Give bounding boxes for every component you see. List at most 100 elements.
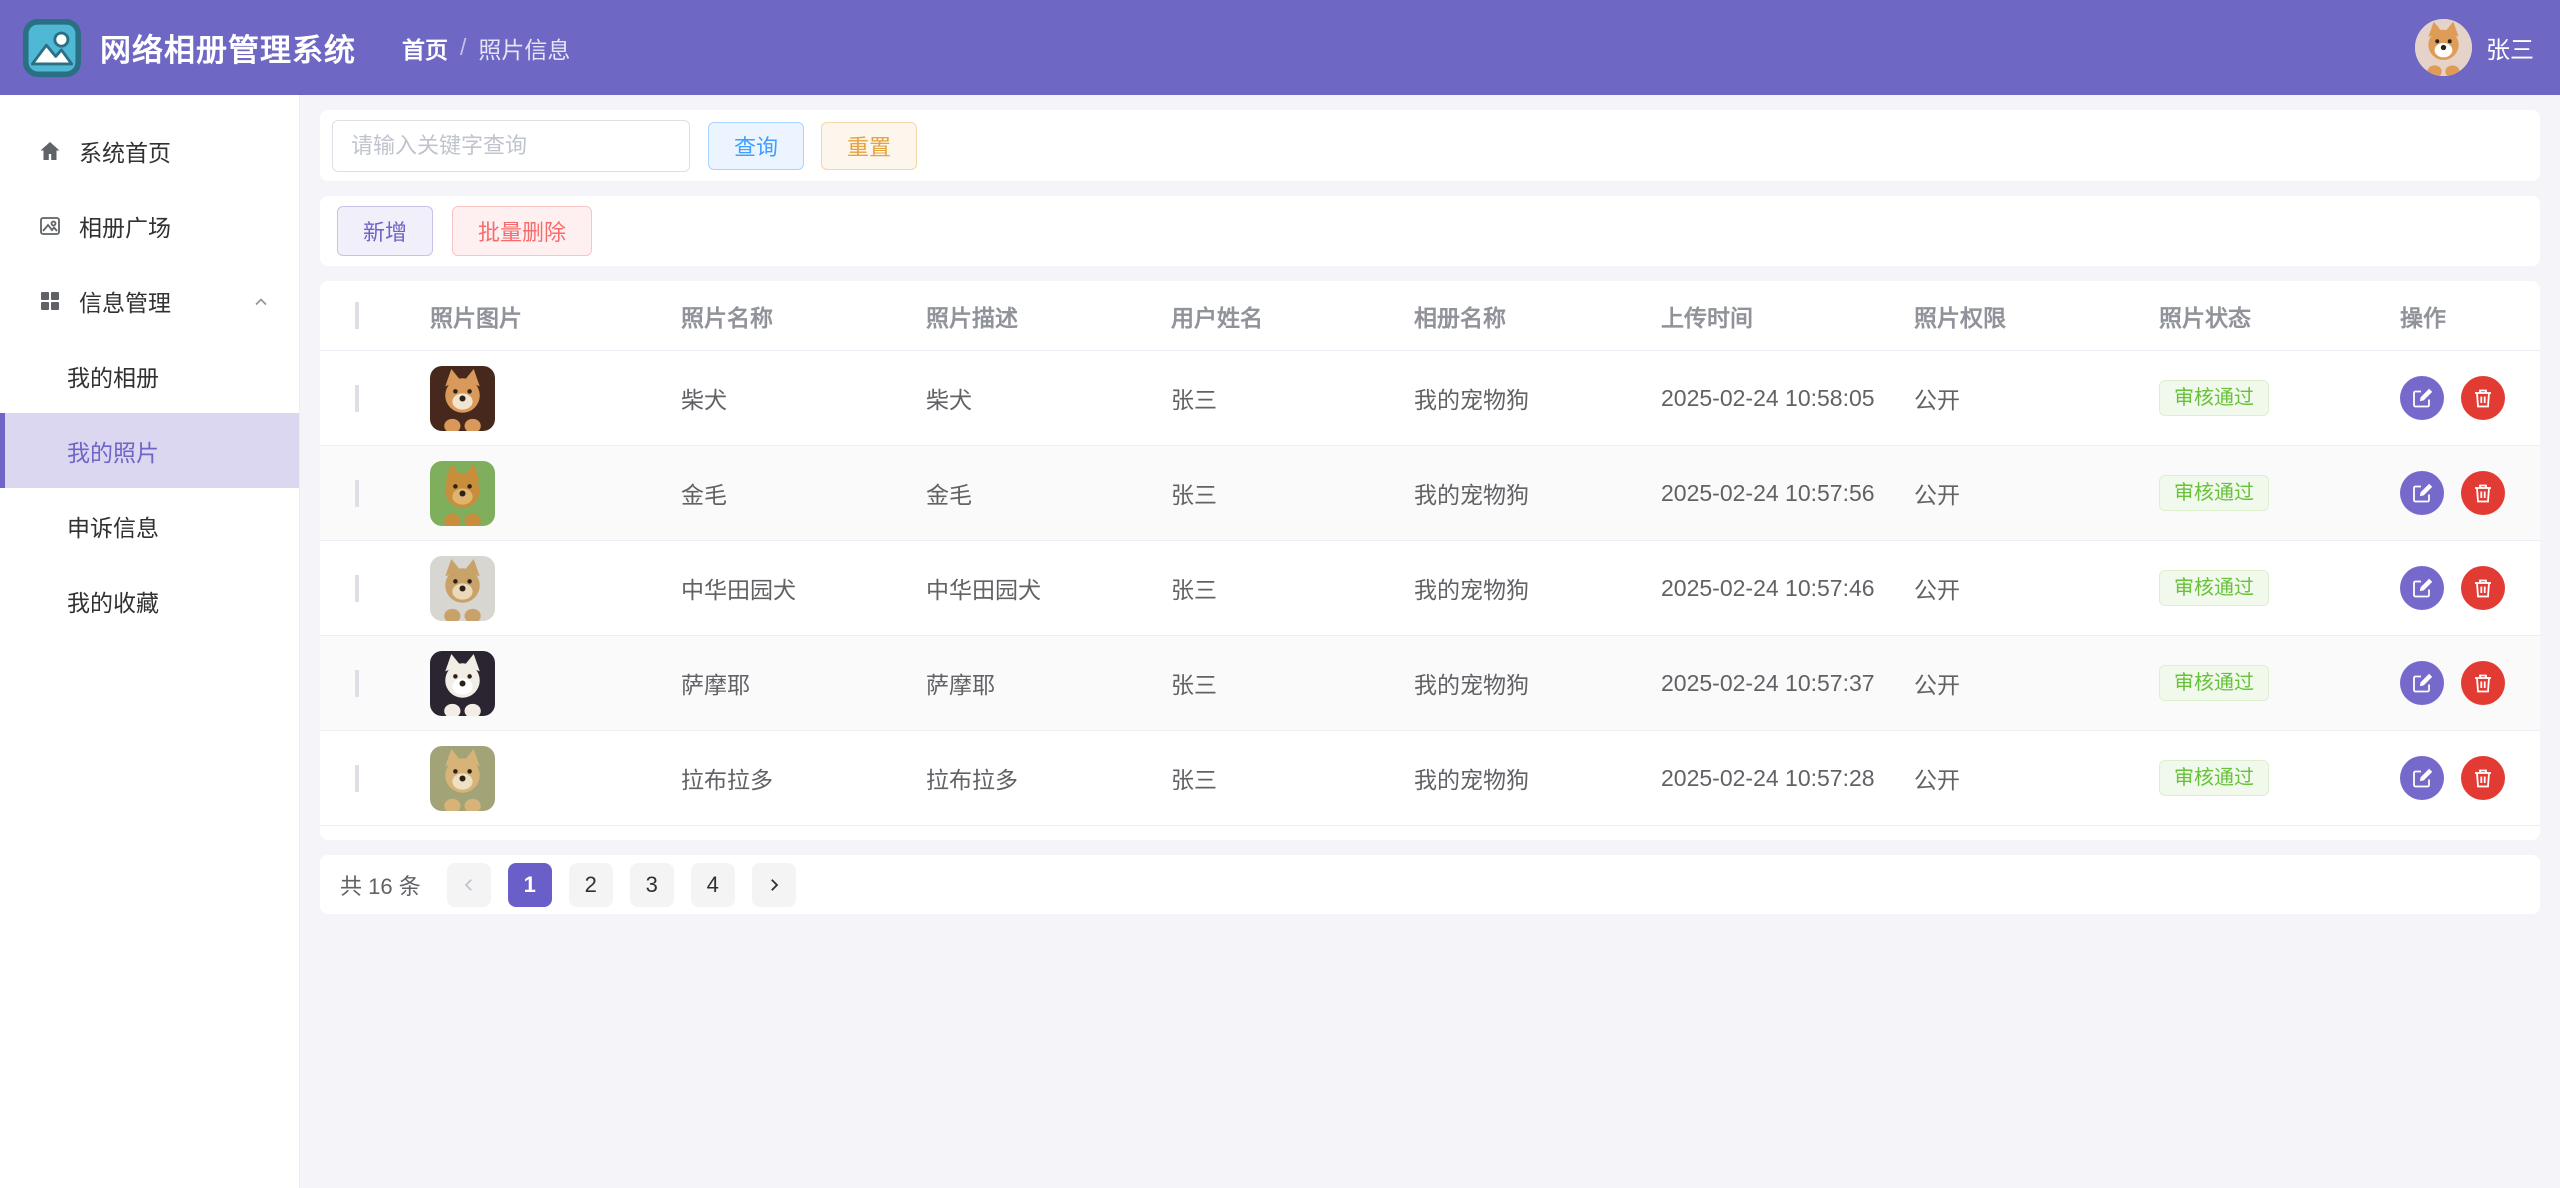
album-name-cell: 我的宠物狗 [1414, 476, 1661, 510]
photo-thumbnail[interactable] [430, 556, 495, 621]
sidebar-item-info-management[interactable]: 信息管理 [0, 263, 299, 338]
table-row: 金毛 金毛 张三 我的宠物狗 2025-02-24 10:57:56 公开 审核… [320, 446, 2540, 541]
edit-button[interactable] [2400, 756, 2444, 800]
user-name-cell: 张三 [1171, 666, 1414, 700]
photo-thumbnail[interactable] [430, 746, 495, 811]
delete-button[interactable] [2461, 376, 2505, 420]
table-row: 萨摩耶 萨摩耶 张三 我的宠物狗 2025-02-24 10:57:37 公开 … [320, 636, 2540, 731]
edit-button[interactable] [2400, 376, 2444, 420]
sidebar-item-label: 系统首页 [79, 134, 171, 168]
photo-thumbnail[interactable] [430, 366, 495, 431]
row-checkbox[interactable] [355, 575, 359, 602]
upload-time-cell: 2025-02-24 10:57:46 [1661, 575, 1914, 602]
permission-cell: 公开 [1914, 381, 2159, 415]
table-body: 柴犬 柴犬 张三 我的宠物狗 2025-02-24 10:58:05 公开 审核… [320, 351, 2540, 826]
toolbar: 新增 批量删除 [320, 196, 2540, 266]
delete-button[interactable] [2461, 471, 2505, 515]
photo-desc-cell: 金毛 [926, 476, 1171, 510]
user-name-cell: 张三 [1171, 571, 1414, 605]
user-name-cell: 张三 [1171, 476, 1414, 510]
row-checkbox[interactable] [355, 765, 359, 792]
table-row: 拉布拉多 拉布拉多 张三 我的宠物狗 2025-02-24 10:57:28 公… [320, 731, 2540, 826]
column-header: 照片状态 [2159, 299, 2400, 333]
sidebar-subitem-label: 我的照片 [67, 434, 159, 468]
gallery-icon [38, 214, 62, 238]
upload-time-cell: 2025-02-24 10:57:37 [1661, 670, 1914, 697]
column-header: 照片图片 [430, 299, 681, 333]
app-logo-icon [22, 18, 82, 78]
page-button-3[interactable]: 3 [630, 863, 674, 907]
sidebar-item-label: 信息管理 [79, 284, 171, 318]
photo-thumbnail[interactable] [430, 461, 495, 526]
upload-time-cell: 2025-02-24 10:58:05 [1661, 385, 1914, 412]
page-button-1[interactable]: 1 [508, 863, 552, 907]
row-checkbox[interactable] [355, 385, 359, 412]
photo-thumbnail[interactable] [430, 651, 495, 716]
app-title: 网络相册管理系统 [100, 25, 356, 70]
sidebar-item-my-photos[interactable]: 我的照片 [0, 413, 299, 488]
photo-name-cell: 中华田园犬 [681, 571, 926, 605]
photo-desc-cell: 柴犬 [926, 381, 1171, 415]
album-name-cell: 我的宠物狗 [1414, 381, 1661, 415]
search-input[interactable] [332, 120, 690, 172]
sidebar-item-my-favorites[interactable]: 我的收藏 [0, 563, 299, 638]
sidebar-item-appeal-info[interactable]: 申诉信息 [0, 488, 299, 563]
sidebar: 系统首页 相册广场 信息管理 我的相册 我的照片 申诉信息 [0, 95, 300, 1188]
add-button[interactable]: 新增 [337, 206, 433, 256]
breadcrumb-separator: / [460, 34, 466, 61]
breadcrumb-current: 照片信息 [478, 31, 570, 65]
status-badge: 审核通过 [2159, 570, 2269, 606]
permission-cell: 公开 [1914, 666, 2159, 700]
delete-button[interactable] [2461, 756, 2505, 800]
next-page-button[interactable] [752, 863, 796, 907]
edit-button[interactable] [2400, 661, 2444, 705]
breadcrumb: 首页 / 照片信息 [402, 31, 570, 65]
status-badge: 审核通过 [2159, 475, 2269, 511]
row-checkbox[interactable] [355, 670, 359, 697]
sidebar-item-my-albums[interactable]: 我的相册 [0, 338, 299, 413]
photo-name-cell: 金毛 [681, 476, 926, 510]
upload-time-cell: 2025-02-24 10:57:56 [1661, 480, 1914, 507]
sidebar-item-album-square[interactable]: 相册广场 [0, 188, 299, 263]
permission-cell: 公开 [1914, 476, 2159, 510]
status-badge: 审核通过 [2159, 380, 2269, 416]
edit-button[interactable] [2400, 566, 2444, 610]
pagination: 共 16 条 1234 [320, 855, 2540, 914]
column-header: 照片权限 [1914, 299, 2159, 333]
query-button[interactable]: 查询 [708, 122, 804, 170]
batch-delete-button[interactable]: 批量删除 [452, 206, 592, 256]
photo-desc-cell: 萨摩耶 [926, 666, 1171, 700]
breadcrumb-home[interactable]: 首页 [402, 31, 448, 65]
table-row: 中华田园犬 中华田园犬 张三 我的宠物狗 2025-02-24 10:57:46… [320, 541, 2540, 636]
delete-button[interactable] [2461, 566, 2505, 610]
album-name-cell: 我的宠物狗 [1414, 666, 1661, 700]
photo-name-cell: 萨摩耶 [681, 666, 926, 700]
home-icon [38, 139, 62, 163]
delete-button[interactable] [2461, 661, 2505, 705]
sidebar-item-system-home[interactable]: 系统首页 [0, 113, 299, 188]
column-header: 照片名称 [681, 299, 926, 333]
prev-page-button[interactable] [447, 863, 491, 907]
photo-name-cell: 拉布拉多 [681, 761, 926, 795]
user-name-cell: 张三 [1171, 381, 1414, 415]
sidebar-subitem-label: 申诉信息 [67, 509, 159, 543]
row-checkbox[interactable] [355, 480, 359, 507]
reset-button[interactable]: 重置 [821, 122, 917, 170]
album-name-cell: 我的宠物狗 [1414, 571, 1661, 605]
table-header-row: 照片图片 照片名称 照片描述 用户姓名 相册名称 上传时间 照片权限 照片状态 … [320, 281, 2540, 351]
page-button-2[interactable]: 2 [569, 863, 613, 907]
pagination-total: 共 16 条 [340, 869, 421, 901]
photos-table: 照片图片 照片名称 照片描述 用户姓名 相册名称 上传时间 照片权限 照片状态 … [320, 281, 2540, 840]
select-all-checkbox[interactable] [355, 302, 359, 329]
column-header: 上传时间 [1661, 299, 1914, 333]
column-header: 操作 [2400, 299, 2540, 333]
sidebar-item-label: 相册广场 [79, 209, 171, 243]
edit-button[interactable] [2400, 471, 2444, 515]
search-bar: 查询 重置 [320, 110, 2540, 181]
page-button-4[interactable]: 4 [691, 863, 735, 907]
photo-desc-cell: 拉布拉多 [926, 761, 1171, 795]
upload-time-cell: 2025-02-24 10:57:28 [1661, 765, 1914, 792]
user-name: 张三 [2486, 30, 2534, 65]
column-header: 相册名称 [1414, 299, 1661, 333]
user-avatar[interactable] [2415, 19, 2472, 76]
